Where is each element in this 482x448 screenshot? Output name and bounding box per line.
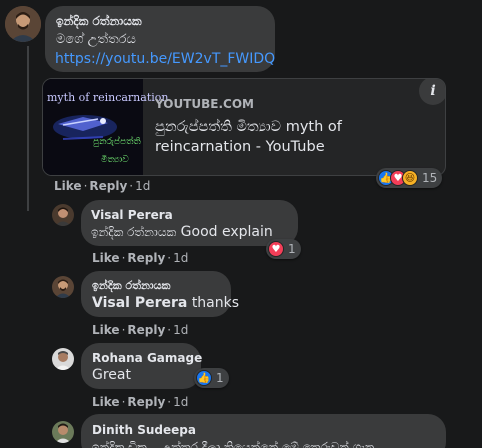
reply-author[interactable]: Visal Perera <box>91 208 173 222</box>
profile-photo-icon <box>52 348 74 370</box>
mention[interactable]: ඉන්දික රත්නායක <box>91 225 176 239</box>
comment-text: මගේ උත්තරය <box>56 32 136 47</box>
like-icon: 👍 <box>196 370 212 386</box>
comment-actions: Like · Reply · 1d <box>54 179 150 193</box>
info-button[interactable]: i <box>419 79 445 105</box>
reply-message: thanks <box>191 295 240 311</box>
profile-photo-icon <box>52 204 74 226</box>
avatar[interactable] <box>52 348 74 370</box>
haha-icon: 😆 <box>402 170 418 186</box>
reply-action[interactable]: Reply <box>127 323 165 337</box>
comment-link[interactable]: https://youtu.be/EW2vT_FWIDQ <box>55 51 275 67</box>
reactions-summary[interactable]: 👍 ♥ 😆 15 <box>376 168 443 188</box>
reply-actions: Like · Reply · 1d <box>92 395 188 409</box>
reply-actions: Like · Reply · 1d <box>92 323 188 337</box>
reaction-count: 1 <box>216 371 224 385</box>
separator: · <box>121 251 126 265</box>
reactions-summary[interactable]: 👍 1 <box>194 368 229 388</box>
reactions-summary[interactable]: ♥ 1 <box>266 239 301 259</box>
reply-actions: Like · Reply · 1d <box>92 251 188 265</box>
like-action[interactable]: Like <box>92 251 120 265</box>
reply-text: Visal Perera thanks <box>92 295 239 311</box>
reply-message: Good explain <box>180 224 273 240</box>
timestamp[interactable]: 1d <box>135 179 150 193</box>
link-preview-card[interactable]: myth of reincarnation පුනරුප්පත්ති මිත්‍… <box>42 78 446 176</box>
profile-photo-icon <box>52 421 74 443</box>
like-action[interactable]: Like <box>92 395 120 409</box>
profile-photo-icon <box>52 276 74 298</box>
timestamp[interactable]: 1d <box>173 251 188 265</box>
reply-action[interactable]: Reply <box>127 251 165 265</box>
separator: · <box>167 251 172 265</box>
reply-author[interactable]: ඉන්දික රත්නායක <box>92 279 170 293</box>
love-icon: ♥ <box>268 241 284 257</box>
avatar[interactable] <box>52 204 74 226</box>
profile-photo-icon <box>5 6 41 42</box>
preview-title-line2[interactable]: reincarnation - YouTube <box>155 139 325 155</box>
timestamp[interactable]: 1d <box>173 395 188 409</box>
like-action[interactable]: Like <box>54 179 82 193</box>
thumbnail-subtitle-2: මිත්‍යාව <box>101 155 129 165</box>
reply-author[interactable]: Dinith Sudeepa <box>92 423 196 437</box>
separator: · <box>167 395 172 409</box>
reply-text: ඉන්දික ඩිකු... උත්තර දීලා තියෙන්නේ මේ තෙ… <box>92 440 375 448</box>
thumbnail-title: myth of reincarnation <box>47 91 169 104</box>
reply-text: Great <box>92 367 131 383</box>
preview-thumbnail[interactable]: myth of reincarnation පුනරුප්පත්ති මිත්‍… <box>43 79 168 175</box>
reply-action[interactable]: Reply <box>127 395 165 409</box>
avatar[interactable] <box>52 276 74 298</box>
reply-action[interactable]: Reply <box>89 179 127 193</box>
avatar[interactable] <box>52 421 74 443</box>
reaction-count: 15 <box>422 171 438 185</box>
separator: · <box>83 179 88 193</box>
like-action[interactable]: Like <box>92 323 120 337</box>
separator: · <box>121 323 126 337</box>
reply-author[interactable]: Rohana Gamage <box>92 351 202 365</box>
separator: · <box>167 323 172 337</box>
separator: · <box>129 179 134 193</box>
thread-line <box>27 46 29 211</box>
preview-source: YOUTUBE.COM <box>155 97 254 111</box>
info-icon: i <box>430 83 436 99</box>
separator: · <box>121 395 126 409</box>
thumbnail-subtitle: පුනරුප්පත්ති <box>93 137 141 147</box>
preview-title-line1[interactable]: පුනරුප්පත්ති මිත්‍යාව myth of <box>155 119 342 135</box>
timestamp[interactable]: 1d <box>173 323 188 337</box>
comment-author[interactable]: ඉන්දික රත්නායක <box>56 14 142 29</box>
mention[interactable]: Visal Perera <box>92 295 187 311</box>
reply-text: ඉන්දික රත්නායක Good explain <box>91 224 273 240</box>
reaction-count: 1 <box>288 242 296 256</box>
avatar[interactable] <box>5 6 41 42</box>
